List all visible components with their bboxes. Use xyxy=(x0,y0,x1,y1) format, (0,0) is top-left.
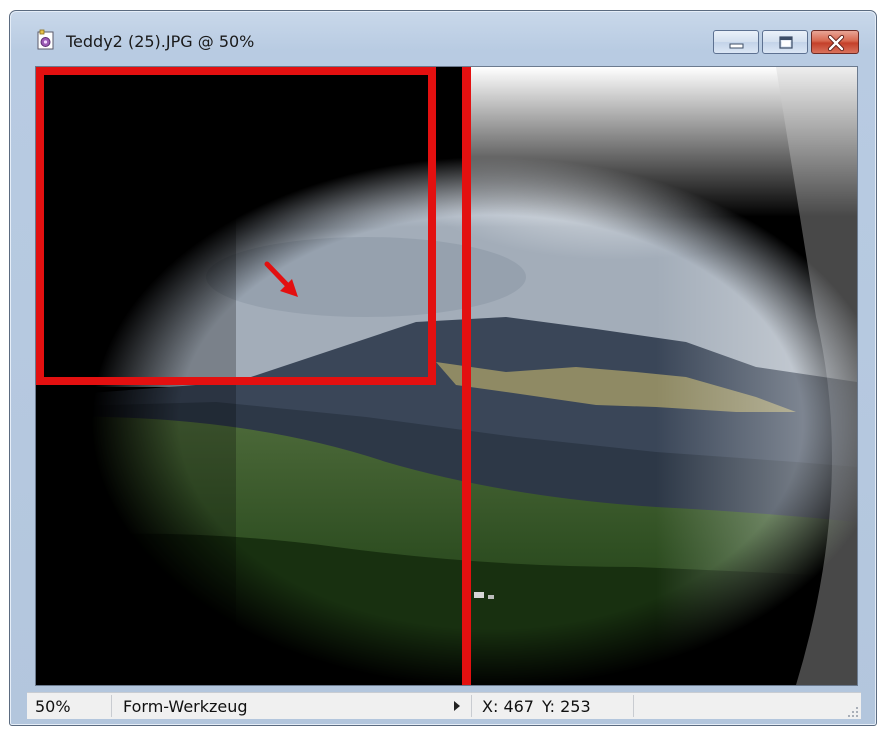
cursor-y: Y: 253 xyxy=(541,697,591,716)
cursor-coordinates: X: 467 Y: 253 xyxy=(482,697,591,716)
close-icon xyxy=(827,34,845,52)
status-separator xyxy=(111,695,112,717)
image-canvas[interactable] xyxy=(35,66,858,686)
caption-buttons xyxy=(713,30,859,54)
window-title: Teddy2 (25).JPG @ 50% xyxy=(66,32,255,51)
current-tool-label: Form-Werkzeug xyxy=(123,697,248,716)
maximize-button[interactable] xyxy=(762,30,808,54)
resize-grip-icon[interactable] xyxy=(845,703,859,717)
minimize-icon xyxy=(729,43,744,49)
minimize-button[interactable] xyxy=(713,30,759,54)
maximize-icon xyxy=(779,36,793,49)
close-button[interactable] xyxy=(811,30,859,54)
status-bar: 50% Form-Werkzeug X: 467 Y: 253 xyxy=(27,692,861,719)
image-window: Teddy2 (25).JPG @ 50% 50% Form-Werkzeug … xyxy=(9,10,877,726)
title-bar[interactable]: Teddy2 (25).JPG @ 50% xyxy=(10,11,876,67)
zoom-level: 50% xyxy=(35,697,71,716)
tool-expand-arrow-icon[interactable] xyxy=(454,701,460,711)
paintshop-image-icon xyxy=(34,29,56,51)
cursor-x: X: 467 xyxy=(482,697,534,716)
red-guide-line xyxy=(462,67,471,685)
status-separator xyxy=(471,695,472,717)
status-separator xyxy=(633,695,634,717)
